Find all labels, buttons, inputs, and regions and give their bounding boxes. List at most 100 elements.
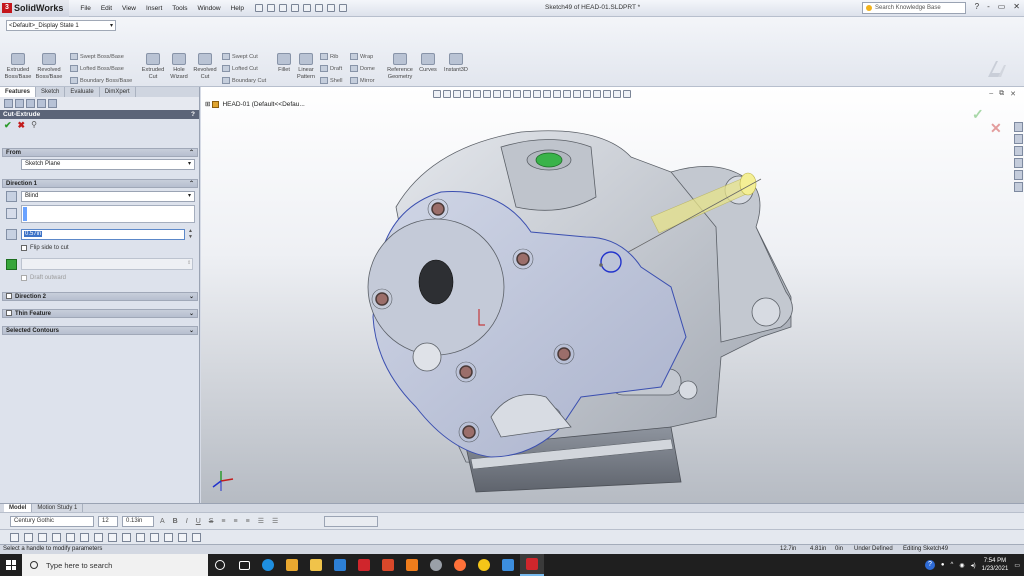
align-right-icon[interactable]: ≡ [244,518,252,525]
font-size-dropdown[interactable]: 12 [98,515,118,527]
detailed-preview-icon[interactable]: ⚲ [31,120,37,130]
tab-sketch[interactable]: Sketch [36,87,66,97]
minimize-button[interactable]: - [987,2,990,11]
open-icon[interactable] [266,4,275,12]
solidworks-logo[interactable]: 3 SolidWorks [0,0,70,17]
tab-features[interactable]: Features [0,87,37,97]
taskbar-edge[interactable] [256,554,280,576]
save-icon[interactable] [278,4,287,12]
align-center-icon[interactable]: ≡ [232,518,240,525]
menu-tools[interactable]: Tools [167,0,192,17]
lofted-cut-button[interactable]: Lofted Cut [222,65,258,72]
menu-file[interactable]: File [75,0,95,17]
extruded-boss-button[interactable]: Extruded Boss/Base [4,53,32,81]
numbering-icon[interactable]: ☰ [256,517,266,525]
revolved-cut-button[interactable]: Revolved Cut [192,53,218,81]
task-view-button[interactable] [232,554,256,576]
network-icon[interactable]: ◉ [959,562,964,569]
tab-dimxpert[interactable]: DimXpert [100,87,136,97]
spin-down-icon[interactable]: ▼ [188,234,193,240]
centerline-icon[interactable] [94,532,103,542]
spline-icon[interactable] [66,532,75,542]
flip-side-checkbox[interactable]: Flip side to cut [21,245,69,251]
curves-button[interactable]: Curves [417,53,439,74]
hole-wizard-button[interactable]: Hole Wizard [168,53,190,81]
taskbar-app-gray[interactable] [424,554,448,576]
options-icon[interactable] [338,4,347,12]
from-dropdown[interactable]: Sketch Plane ▾ [21,159,195,170]
maximize-button[interactable]: ▭ [998,2,1006,11]
graphics-area[interactable]: ⊞ HEAD-01 (Default<<Defau... – ⧉ ✕ ✓ ✕ [201,87,1024,503]
speaker-icon[interactable]: ◂) [971,562,976,569]
show-hidden-icons-chevron-icon[interactable]: ^ [951,562,954,568]
sketch-point[interactable] [599,263,603,267]
rebuild-icon[interactable] [326,4,335,12]
bullets-icon[interactable]: ☰ [270,517,280,525]
tab-motion-study[interactable]: Motion Study 1 [32,504,84,512]
fillet-button[interactable]: Fillet [274,53,294,74]
taskbar-firefox[interactable] [448,554,472,576]
print-icon[interactable] [290,4,299,12]
extruded-cut-button[interactable]: Extruded Cut [140,53,166,81]
taskbar-app-red[interactable] [376,554,400,576]
circle-icon[interactable] [24,532,33,542]
shell-button[interactable]: Shell [320,77,342,84]
notifications-icon[interactable]: ▭ [1014,562,1020,569]
lofted-boss-button[interactable]: Lofted Boss/Base [70,65,124,72]
taskbar-solidworks-active[interactable] [520,554,544,576]
direction2-group-header[interactable]: Direction 2 ⌄ [2,292,198,301]
font-dropdown[interactable]: Century Gothic [10,515,94,527]
clock[interactable]: 7:54 PM 1/23/2021 [982,557,1009,573]
help-button[interactable]: ? [975,2,979,11]
rectangle-icon[interactable] [38,532,47,542]
display-state-dropdown[interactable]: <Default>_Display State 1 ▾ [6,20,116,31]
linear-pattern-button[interactable]: Linear Pattern [294,53,318,81]
ok-check-icon[interactable]: ✔ [4,120,12,130]
underline-button[interactable]: U [194,518,203,525]
help-icon[interactable]: ? [191,110,195,119]
swept-boss-button[interactable]: Swept Boss/Base [70,53,124,60]
taskbar-media[interactable] [280,554,304,576]
boundary-cut-button[interactable]: Boundary Cut [222,77,266,84]
dimxpert-manager-icon[interactable] [37,99,46,108]
tab-model[interactable]: Model [4,504,33,512]
depth-input[interactable]: 0.57in [21,229,185,240]
revolved-boss-button[interactable]: Revolved Boss/Base [34,53,64,81]
feature-manager-icon[interactable] [4,99,13,108]
help-tray-icon[interactable]: ? [924,560,935,570]
menu-window[interactable]: Window [192,0,225,17]
checkbox-icon[interactable] [6,310,12,316]
bold-button[interactable]: B [171,518,180,525]
menu-edit[interactable]: Edit [96,0,117,17]
direction1-group-header[interactable]: Direction 1 ⌃ [2,179,198,188]
line-icon[interactable] [10,532,19,542]
add-relation-icon[interactable] [178,532,187,542]
close-button[interactable]: ✕ [1013,2,1020,11]
swept-cut-button[interactable]: Swept Cut [222,53,258,60]
menu-insert[interactable]: Insert [141,0,167,17]
instant3d-button[interactable]: Instant3D [442,53,470,74]
mirror-entities-icon[interactable] [136,532,145,542]
reverse-direction-icon[interactable] [6,191,17,202]
taskbar-app-yellow[interactable] [472,554,496,576]
selected-contours-group-header[interactable]: Selected Contours ⌄ [2,326,198,335]
property-manager-icon[interactable] [15,99,24,108]
select-icon[interactable] [314,4,323,12]
configuration-manager-icon[interactable] [26,99,35,108]
draft-button[interactable]: Draft [320,65,342,72]
strikethrough-button[interactable]: S [207,518,216,525]
arc-icon[interactable] [52,532,61,542]
draft-on-off-icon[interactable] [6,259,17,270]
tab-evaluate[interactable]: Evaluate [65,87,100,97]
offset-icon[interactable] [122,532,131,542]
color-button[interactable]: A [158,518,167,525]
user-tray-icon[interactable]: ● [941,562,945,568]
direction-selection-box[interactable] [21,205,195,223]
text-height-input[interactable]: 0.13in [122,515,154,527]
from-group-header[interactable]: From ⌃ [2,148,198,157]
display-manager-icon[interactable] [48,99,57,108]
table-icon[interactable] [192,532,201,542]
part-model[interactable] [201,87,1024,503]
cortana-button[interactable] [208,554,232,576]
rib-button[interactable]: Rib [320,53,338,60]
